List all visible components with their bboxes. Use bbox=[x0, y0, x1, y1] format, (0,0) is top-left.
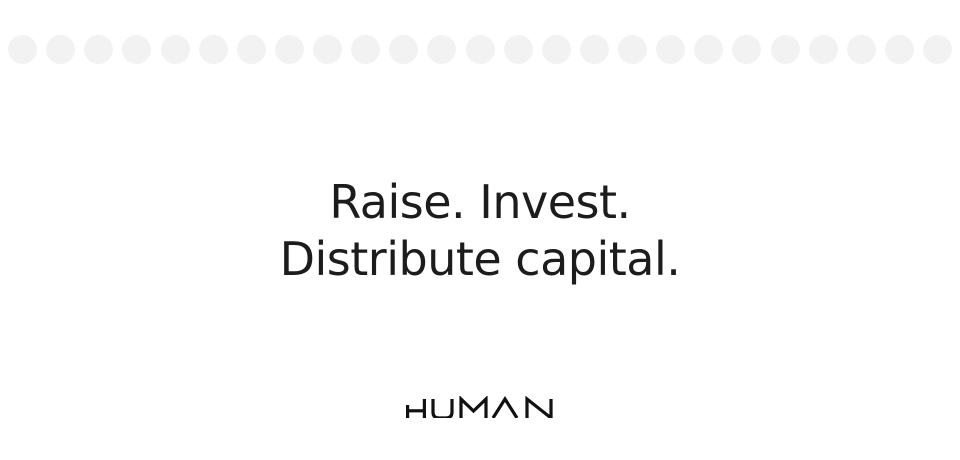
decorative-dot bbox=[236, 34, 266, 64]
page: Raise. Invest. Distribute capital. bbox=[0, 0, 960, 460]
decorative-dot bbox=[846, 34, 876, 64]
decorative-dot bbox=[389, 34, 419, 64]
decorative-dot bbox=[46, 34, 76, 64]
human-logo bbox=[406, 396, 553, 418]
decorative-dot bbox=[198, 34, 228, 64]
decorative-dot bbox=[694, 34, 724, 64]
hero-headline: Raise. Invest. Distribute capital. bbox=[0, 174, 960, 288]
decorative-dot bbox=[8, 34, 37, 64]
decorative-dot bbox=[618, 34, 647, 64]
decorative-dot bbox=[351, 34, 381, 64]
decorative-dot bbox=[656, 34, 686, 64]
decorative-dot bbox=[427, 34, 457, 64]
decorative-dot bbox=[465, 34, 495, 64]
decorative-dot bbox=[732, 34, 762, 64]
decorative-dot bbox=[84, 34, 114, 64]
decorative-dot bbox=[160, 34, 190, 64]
headline-line-1: Raise. Invest. bbox=[329, 175, 631, 229]
decorative-dot bbox=[313, 34, 342, 64]
decorative-dot bbox=[808, 34, 838, 64]
decorative-dot bbox=[923, 34, 952, 64]
decorative-dot bbox=[541, 34, 571, 64]
decorative-dot bbox=[770, 34, 800, 64]
headline-line-2: Distribute capital. bbox=[279, 232, 681, 286]
decorative-dot-row bbox=[8, 34, 952, 64]
decorative-dot bbox=[274, 34, 304, 64]
decorative-dot bbox=[503, 34, 533, 64]
decorative-dot bbox=[579, 34, 609, 64]
decorative-dot bbox=[122, 34, 152, 64]
decorative-dot bbox=[884, 34, 914, 64]
